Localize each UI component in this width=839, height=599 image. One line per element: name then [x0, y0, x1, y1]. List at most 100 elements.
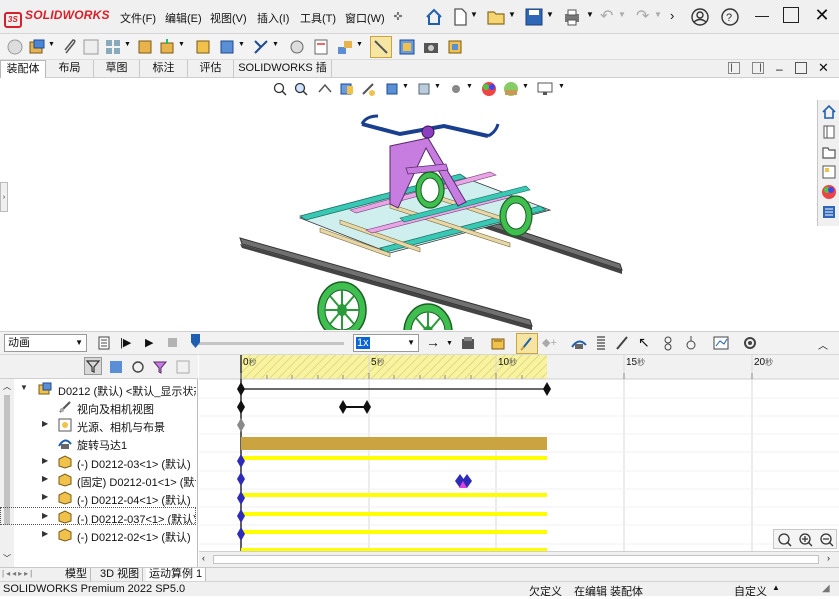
apply-scene-icon[interactable] — [502, 80, 520, 98]
filter-selected-icon[interactable] — [130, 359, 146, 375]
menu-window[interactable]: 窗口(W) — [345, 10, 385, 26]
zoom-to-fit-icon[interactable] — [273, 82, 287, 96]
force-icon[interactable]: ↖ — [638, 334, 650, 351]
open-dropdown-icon[interactable]: ▼ — [508, 10, 516, 19]
calculate-icon[interactable] — [96, 335, 112, 351]
tab-layout[interactable]: 布局 — [46, 60, 94, 78]
status-custom[interactable]: 自定义 — [734, 583, 767, 599]
move-dropdown-icon[interactable]: ▼ — [178, 41, 185, 48]
key-point[interactable] — [237, 400, 245, 414]
pin-icon[interactable]: ✜ — [392, 9, 404, 23]
menu-edit[interactable]: 编辑(E) — [165, 10, 202, 26]
timeline-canvas[interactable] — [199, 355, 839, 551]
collapse-motion-manager-icon[interactable]: ︿ — [818, 337, 828, 352]
autofit-icon[interactable] — [175, 359, 191, 375]
take-snapshot-icon[interactable] — [422, 38, 440, 56]
scroll-right-icon[interactable]: › — [827, 553, 830, 563]
damper-icon[interactable] — [614, 335, 630, 351]
scroll-down-icon[interactable]: ﹀ — [3, 553, 11, 564]
redo-dropdown-icon[interactable]: ▼ — [654, 10, 662, 19]
study-type-select[interactable]: 动画 ▼ — [4, 334, 87, 352]
filter-animated-button[interactable] — [84, 357, 102, 375]
redo-icon[interactable]: ↷ — [636, 6, 649, 26]
tab-3d-views[interactable]: 3D 视图 — [97, 568, 144, 582]
key-point[interactable] — [237, 509, 245, 523]
tree-item-component-d0212-02[interactable]: ▶ (-) D0212-02<1> (默认) — [0, 526, 196, 544]
add-key-icon[interactable]: ◆+ — [542, 336, 557, 349]
features-dropdown-icon[interactable]: ▼ — [238, 41, 245, 48]
design-library-icon[interactable] — [821, 124, 837, 140]
move-component-icon[interactable] — [158, 38, 176, 56]
display-style-icon[interactable] — [416, 81, 432, 97]
tree-item-rotary-motor[interactable]: 旋转马达1 — [0, 434, 196, 452]
zoom-to-area-icon[interactable] — [294, 82, 308, 96]
edit-appearance-icon[interactable] — [480, 80, 498, 98]
panel-left-icon[interactable]: ▏ — [728, 62, 740, 74]
filter-results-icon[interactable] — [152, 359, 168, 375]
hide-dropdown-icon[interactable]: ▼ — [466, 83, 473, 90]
tab-motion-study-1[interactable]: 运动算例 1 — [146, 568, 207, 582]
print-dropdown-icon[interactable]: ▼ — [586, 10, 594, 19]
key-point[interactable] — [543, 382, 551, 396]
zoom-out-icon[interactable] — [819, 532, 835, 548]
spring-icon[interactable] — [594, 335, 608, 351]
view-orientation-icon[interactable] — [384, 81, 400, 97]
home-icon[interactable] — [424, 7, 444, 27]
new-motion-study-icon[interactable] — [288, 38, 306, 56]
doc-minimize-icon[interactable]: – — [776, 62, 783, 76]
gravity-icon[interactable] — [684, 335, 698, 351]
file-explorer-icon[interactable] — [821, 144, 837, 160]
expand-icon[interactable]: ▶ — [42, 456, 48, 465]
results-plots-icon[interactable] — [712, 335, 730, 351]
reference-dropdown-icon[interactable]: ▼ — [272, 41, 279, 48]
maximize-icon[interactable] — [783, 7, 799, 23]
zoom-in-icon[interactable] — [798, 532, 814, 548]
menu-insert[interactable]: 插入(I) — [257, 10, 289, 26]
tab-markup[interactable]: 标注 — [140, 60, 188, 78]
solidworks-resources-icon[interactable] — [821, 104, 837, 120]
filter-driving-icon[interactable] — [108, 359, 124, 375]
zoom-to-fit-timeline-icon[interactable] — [777, 532, 793, 548]
orientation-dropdown-icon[interactable]: ▼ — [402, 83, 409, 90]
help-icon[interactable]: ? — [720, 7, 740, 27]
tree-item-component-d0212-01[interactable]: ▶ (固定) D0212-01<1> (默认) — [0, 471, 196, 489]
more-icon[interactable]: › — [670, 8, 674, 23]
tree-item-component-d0212-037[interactable]: ▶ (-) D0212-037<1> (默认) — [0, 507, 196, 525]
undo-dropdown-icon[interactable]: ▼ — [618, 10, 626, 19]
tab-model[interactable]: 模型 — [62, 568, 91, 582]
contact-icon[interactable] — [660, 335, 676, 351]
tab-sketch[interactable]: 草图 — [94, 60, 140, 78]
large-assembly-icon[interactable] — [446, 38, 464, 56]
playback-mode-dropdown-icon[interactable]: ▼ — [446, 340, 453, 347]
playback-mode-icon[interactable]: → — [426, 334, 440, 350]
key-point[interactable] — [339, 400, 347, 414]
section-view-icon[interactable] — [339, 81, 355, 97]
insert-component-icon[interactable] — [6, 38, 24, 56]
new-document-icon[interactable] — [452, 7, 468, 27]
tree-item-lights-cameras-scene[interactable]: ▶ 光源、相机与布景 — [0, 416, 196, 434]
tree-item-component-d0212-04[interactable]: ▶ (-) D0212-04<1> (默认) — [0, 489, 196, 507]
save-icon[interactable] — [524, 7, 544, 27]
graphics-area[interactable]: ▼ ▼ ▼ ▼ ▼ › — [0, 78, 839, 330]
previous-view-icon[interactable] — [317, 82, 333, 96]
stop-icon[interactable] — [168, 338, 177, 347]
tab-scroll-arrows-icon[interactable]: |◂◂▸▸| — [2, 569, 34, 578]
update-speedpak-icon[interactable] — [398, 38, 416, 56]
scene-dropdown-icon[interactable]: ▼ — [522, 83, 529, 90]
pattern-dropdown-icon[interactable]: ▼ — [124, 41, 131, 48]
timeline-scrollbar[interactable]: ‹ › — [199, 551, 839, 567]
key-point[interactable] — [237, 418, 245, 432]
menu-view[interactable]: 视图(V) — [210, 10, 247, 26]
key-point[interactable] — [363, 400, 371, 414]
appearances-icon[interactable] — [821, 184, 837, 200]
play-icon[interactable]: ▶ — [145, 336, 153, 349]
key-point[interactable] — [237, 527, 245, 541]
new-dropdown-icon[interactable]: ▼ — [470, 10, 478, 19]
playback-slider-thumb[interactable] — [191, 334, 200, 348]
expand-icon[interactable]: ▶ — [42, 492, 48, 501]
tree-item-views-cameras[interactable]: 视向及相机视图 — [0, 398, 196, 416]
motion-study-properties-icon[interactable] — [742, 335, 758, 351]
explode-dropdown-icon[interactable]: ▼ — [356, 41, 363, 48]
instant3d-icon[interactable] — [370, 36, 392, 58]
playback-speed-select[interactable]: 1x ▼ — [353, 334, 419, 352]
